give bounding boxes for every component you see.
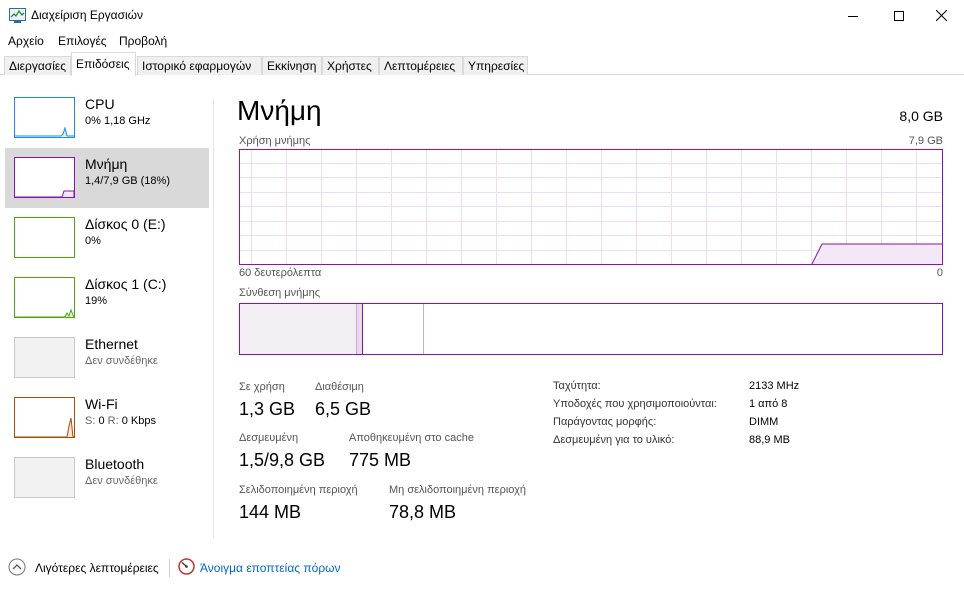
page-title: Μνήμη — [237, 95, 322, 126]
sidebar-item-subtext: Δεν συνδέθηκε — [85, 475, 158, 487]
sidebar-item-cpu[interactable]: CPU 0% 1,18 GHz — [5, 88, 209, 148]
sidebar-item-name: Bluetooth — [85, 456, 145, 472]
sidebar-item-memory[interactable]: Μνήμη 1,4/7,9 GB (18%) — [5, 148, 209, 208]
less-details-toggle[interactable] — [8, 558, 28, 578]
ethernet-thumbnail-graph — [14, 337, 75, 378]
sidebar-item-bluetooth[interactable]: Bluetooth Δεν συνδέθηκε — [5, 448, 209, 508]
in-use-value: 1,3 GB — [239, 399, 296, 419]
sidebar-item-subtext: 19% — [85, 295, 108, 307]
usage-graph-max: 7,9 GB — [908, 135, 943, 147]
resource-monitor-icon — [178, 558, 195, 575]
in-use-label: Σε χρήση — [239, 381, 285, 393]
sidebar-item-ethernet[interactable]: Ethernet Δεν συνδέθηκε — [5, 328, 209, 388]
tab-performance[interactable]: Επιδόσεις — [71, 52, 136, 76]
task-manager-icon — [9, 8, 26, 23]
usage-graph-label: Χρήση μνήμης — [239, 135, 311, 147]
time-axis-left: 60 δευτερόλεπτα — [239, 267, 322, 279]
detail-form-factor-value: DIMM — [749, 416, 779, 428]
sidebar-item-name: CPU — [85, 96, 115, 112]
detail-hardware-reserved-value: 88,9 MB — [749, 434, 790, 446]
sidebar-item-name: Ethernet — [85, 336, 138, 352]
footer-divider — [169, 559, 170, 577]
tab-startup[interactable]: Εκκίνηση — [262, 56, 322, 75]
available-label: Διαθέσιμη — [315, 381, 364, 393]
less-details-link[interactable]: Λιγότερες λεπτομέρειες — [35, 561, 159, 575]
tab-strip: Διεργασίες Επιδόσεις Ιστορικό εφαρμογών … — [0, 51, 964, 76]
composition-label: Σύνθεση μνήμης — [239, 287, 321, 299]
close-button[interactable] — [918, 0, 964, 31]
committed-value: 1,5/9,8 GB — [239, 450, 326, 470]
menu-file[interactable]: Αρχείο — [8, 34, 44, 48]
sidebar-item-subtext: 0% 1,18 GHz — [85, 115, 151, 127]
sidebar-item-disk-1[interactable]: Δίσκος 1 (C:) 19% — [5, 268, 209, 328]
time-axis-right: 0 — [936, 267, 943, 279]
nonpaged-pool-value: 78,8 MB — [389, 502, 457, 522]
detail-hardware-reserved-label: Δεσμευμένη για το υλικό: — [553, 434, 675, 446]
bluetooth-thumbnail-graph — [14, 457, 75, 498]
menu-view[interactable]: Προβολή — [119, 34, 167, 48]
tab-services[interactable]: Υπηρεσίες — [463, 56, 528, 75]
sidebar-item-name: Wi-Fi — [85, 396, 118, 412]
sidebar-item-name: Μνήμη — [85, 156, 128, 172]
resource-monitor-icon-wrap[interactable] — [178, 558, 196, 576]
close-icon — [935, 10, 947, 21]
wifi-send-label: S: — [85, 415, 96, 427]
wifi-send-value: 0 — [98, 415, 105, 427]
open-resource-monitor-link[interactable]: Άνοιγμα εποπτείας πόρων — [200, 561, 341, 575]
nonpaged-pool-label: Μη σελιδοποιημένη περιοχή — [389, 484, 526, 496]
memory-usage-graph — [239, 149, 943, 265]
memory-composition-bar — [239, 303, 943, 355]
sidebar-item-subtext: 1,4/7,9 GB (18%) — [85, 175, 170, 187]
disk-0-thumbnail-graph — [14, 217, 75, 258]
sidebar-item-subtext: 0% — [85, 235, 101, 247]
minimize-button[interactable] — [830, 0, 876, 31]
cached-value: 775 MB — [349, 450, 412, 470]
memory-total: 8,0 GB — [899, 108, 943, 124]
menu-bar: Αρχείο Επιλογές Προβολή — [0, 31, 964, 51]
tab-processes[interactable]: Διεργασίες — [4, 56, 71, 75]
sidebar-divider — [213, 98, 214, 538]
wifi-receive-value: 0 Kbps — [121, 415, 156, 427]
menu-options[interactable]: Επιλογές — [58, 34, 107, 48]
maximize-button[interactable] — [876, 0, 922, 31]
tab-details[interactable]: Λεπτομέρειες — [379, 56, 463, 75]
detail-form-factor-label: Παράγοντας μορφής: — [553, 416, 657, 428]
sidebar-item-disk-0[interactable]: Δίσκος 0 (E:) 0% — [5, 208, 209, 268]
wifi-thumbnail-graph — [14, 397, 75, 438]
cpu-thumbnail-graph — [14, 97, 75, 138]
paged-pool-value: 144 MB — [239, 502, 302, 522]
sidebar-item-wifi[interactable]: Wi-Fi S: 0 R: 0 Kbps — [5, 388, 209, 448]
tab-app-history[interactable]: Ιστορικό εφαρμογών — [137, 56, 262, 75]
sidebar-item-subtext: Δεν συνδέθηκε — [85, 355, 158, 367]
maximize-icon — [894, 10, 904, 21]
available-value: 6,5 GB — [315, 399, 372, 419]
committed-label: Δεσμευμένη — [239, 432, 299, 444]
minimize-icon — [848, 15, 858, 17]
tab-users[interactable]: Χρήστες — [322, 56, 379, 75]
sidebar-item-name: Δίσκος 1 (C:) — [85, 276, 167, 292]
detail-slots-label: Υποδοχές που χρησιμοποιούνται: — [553, 398, 717, 410]
window-title: Διαχείριση Εργασιών — [31, 8, 144, 22]
detail-speed-label: Ταχύτητα: — [553, 380, 601, 392]
detail-speed-value: 2133 MHz — [749, 380, 800, 392]
wifi-receive-label: R: — [107, 415, 119, 427]
chevron-up-icon — [8, 558, 26, 576]
detail-slots-value: 1 από 8 — [749, 398, 788, 410]
memory-thumbnail-graph — [14, 157, 75, 198]
cached-label: Αποθηκευμένη στο cache — [349, 432, 474, 444]
sidebar-item-subtext: S: 0 R: 0 Kbps — [85, 415, 156, 427]
paged-pool-label: Σελιδοποιημένη περιοχή — [239, 484, 358, 496]
title-bar: Διαχείριση Εργασιών — [0, 0, 964, 31]
disk-1-thumbnail-graph — [14, 277, 75, 318]
sidebar-item-name: Δίσκος 0 (E:) — [85, 216, 166, 232]
